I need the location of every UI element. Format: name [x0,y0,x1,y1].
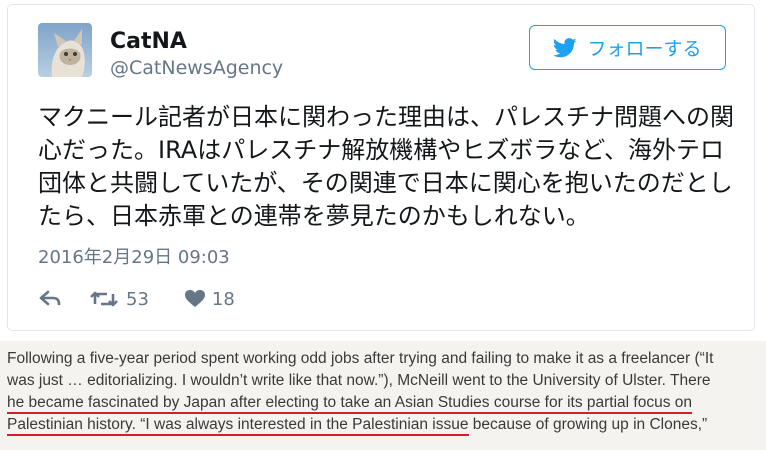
article-line: was just … editorializing. I wouldn’t wr… [7,372,711,389]
like-button[interactable]: 18 [184,288,235,310]
heart-icon [184,290,205,307]
underlined-text: he became fascinated by Japan after elec… [7,394,692,414]
retweet-button[interactable]: 53 [90,289,149,310]
tweet-timestamp[interactable]: 2016年2月29日 09:03 [38,243,230,269]
like-count: 18 [211,288,235,310]
article-excerpt: Following a five-year period spent worki… [0,341,766,450]
article-line-highlighted: Palestinian history. “I was always inter… [7,414,759,436]
handle[interactable]: @CatNewsAgency [110,57,283,79]
retweet-icon [90,291,118,307]
article-text: because of growing up in Clones,” [468,416,708,433]
tweet-text: マクニール記者が日本に関わった理由は、パレスチナ問題への関心だった。IRAはパレ… [38,103,734,230]
article-line-highlighted: he became fascinated by Japan after elec… [7,392,759,414]
retweet-count: 53 [126,288,149,310]
avatar[interactable] [38,23,92,77]
twitter-bird-icon [553,37,578,57]
underlined-text: Palestinian history. “I was always inter… [7,416,469,436]
follow-label: フォローする [587,38,702,60]
reply-icon [39,290,61,306]
article-line: Following a five-year period spent worki… [7,350,714,367]
article-paragraph: Following a five-year period spent worki… [7,348,759,436]
display-name[interactable]: CatNA [110,29,187,54]
reply-button[interactable] [38,290,62,308]
tweet-card: CatNA @CatNewsAgency フォローする マクニール記者が日本に関… [7,4,755,331]
follow-button[interactable]: フォローする [529,25,726,70]
tweet-actions: 53 18 [38,286,235,312]
